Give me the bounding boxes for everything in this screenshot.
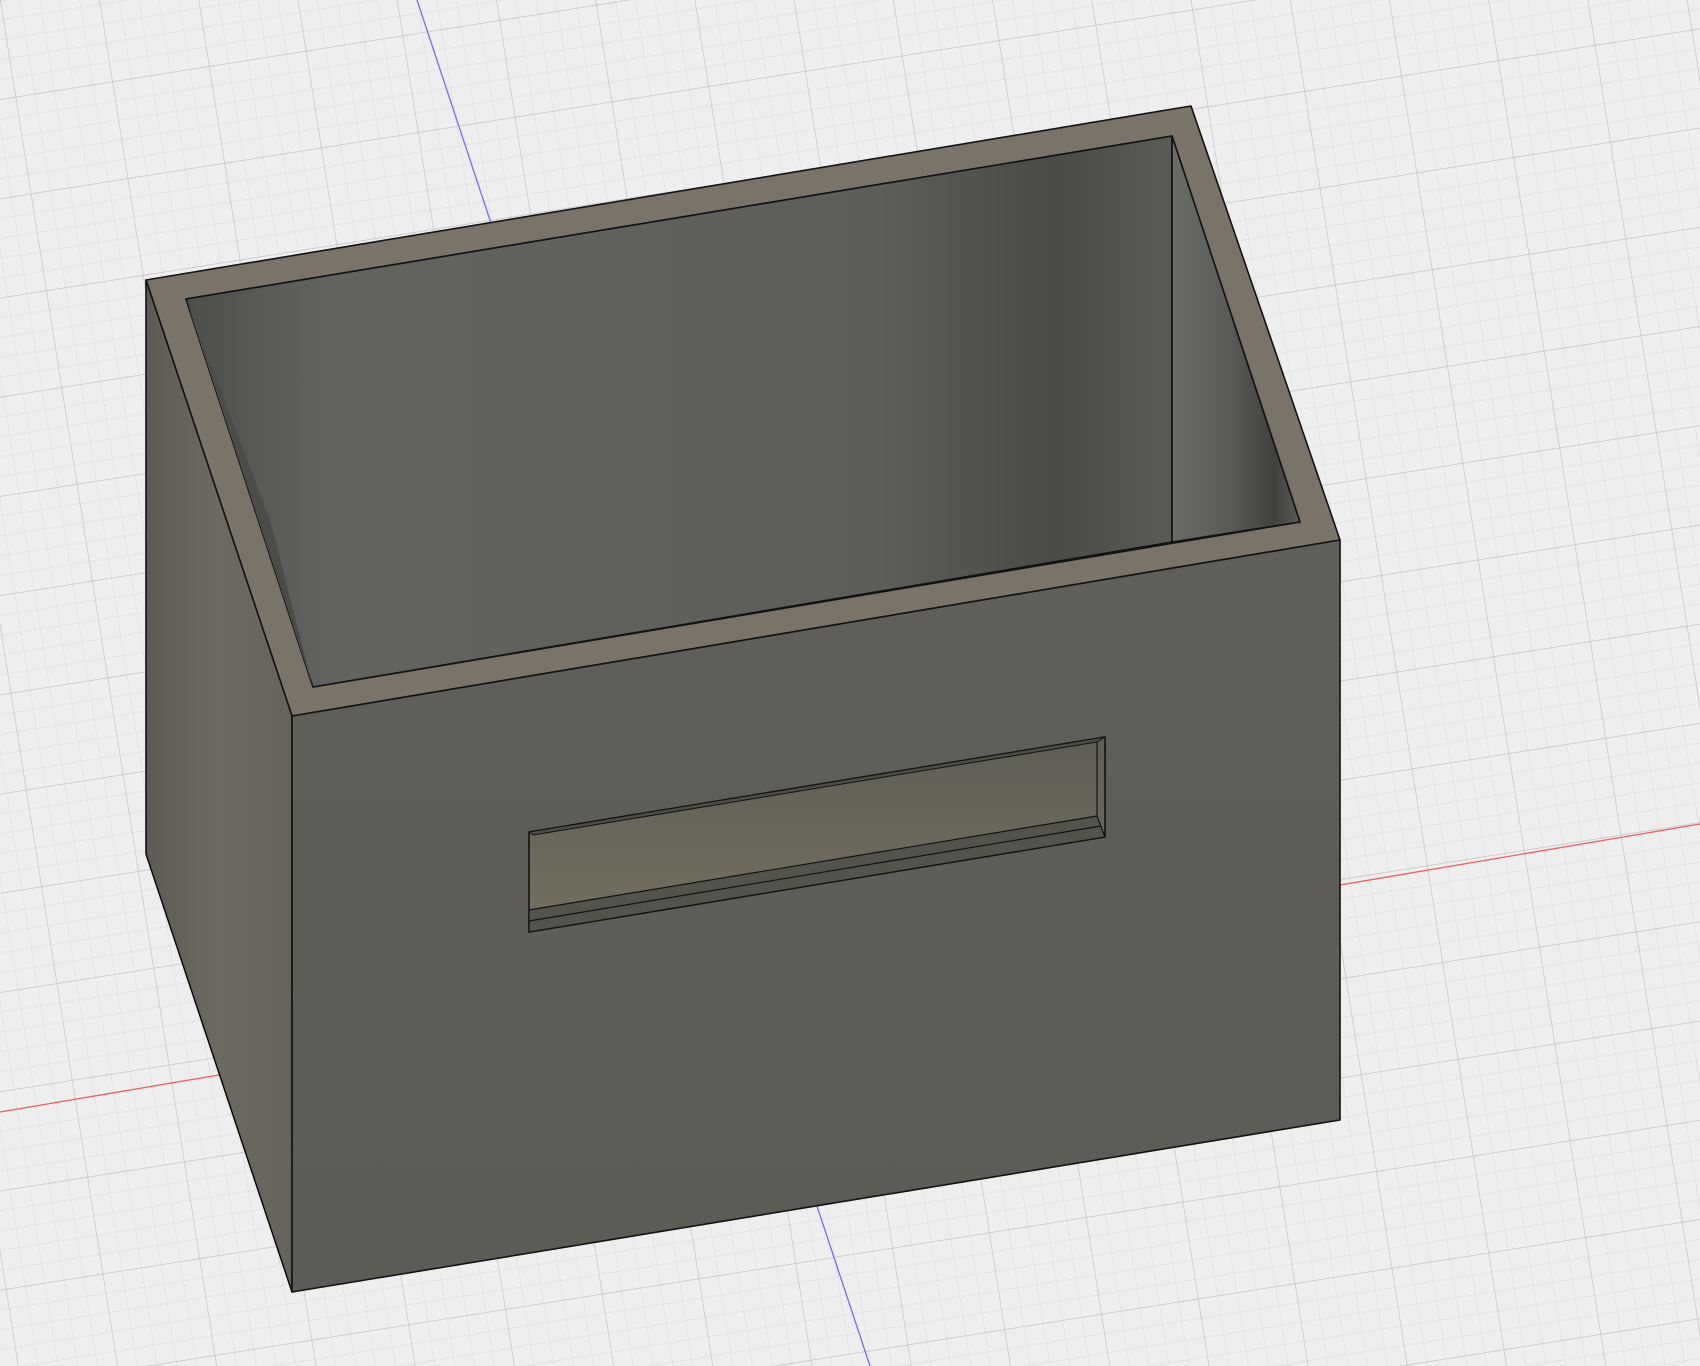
box-model[interactable] — [145, 105, 1341, 1293]
design-viewport[interactable] — [0, 0, 1700, 1366]
viewport-canvas[interactable] — [0, 0, 1700, 1366]
